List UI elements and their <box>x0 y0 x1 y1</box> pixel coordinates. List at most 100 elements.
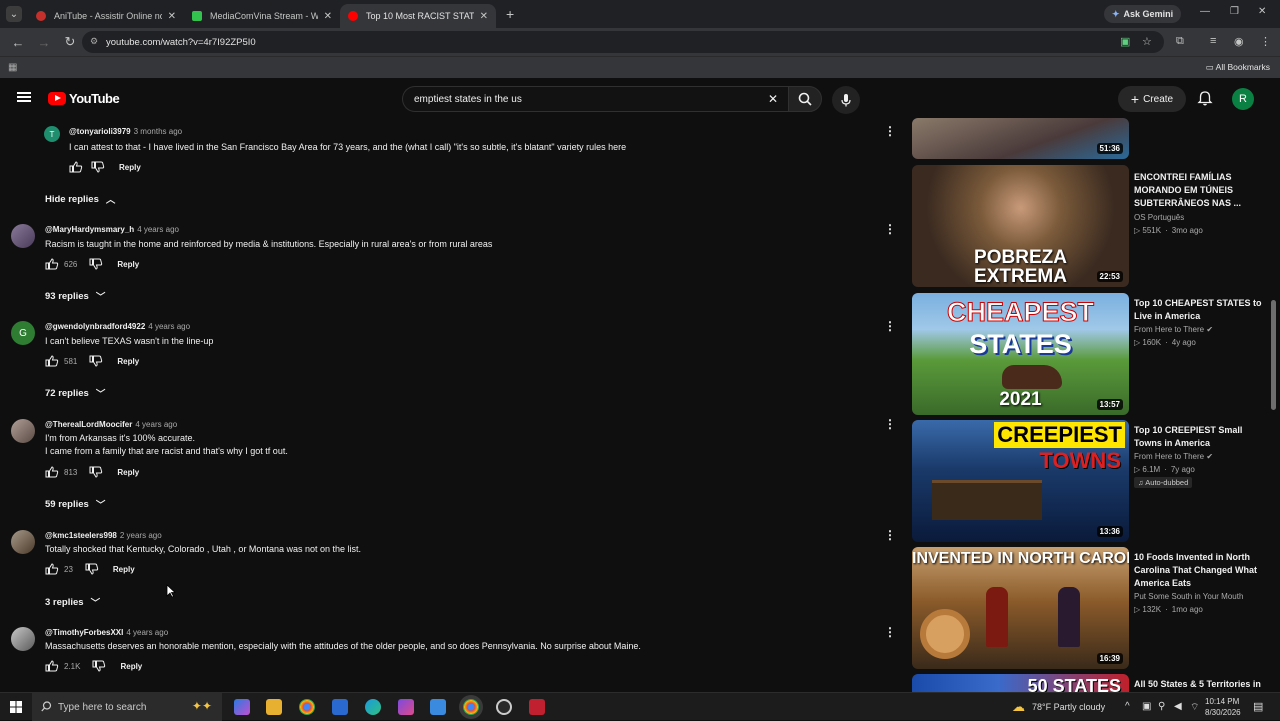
comment-more-icon[interactable]: ⋮ <box>884 222 896 236</box>
view-replies-button[interactable]: 72 replies ﹀ <box>45 386 105 401</box>
avatar[interactable] <box>11 530 35 554</box>
avatar[interactable]: T <box>44 126 60 142</box>
view-replies-button[interactable]: 59 replies ﹀ <box>45 497 105 512</box>
reload-icon[interactable]: ↻ <box>62 34 78 50</box>
apps-grid-icon[interactable]: ▦ <box>8 62 20 74</box>
create-button[interactable]: + Create <box>1118 86 1186 112</box>
like-icon[interactable] <box>45 355 59 367</box>
volume-icon[interactable]: ◀ <box>1174 701 1182 712</box>
view-replies-button[interactable]: 3 replies ﹀ <box>45 595 100 610</box>
app-icon[interactable] <box>529 699 545 715</box>
notifications-icon[interactable]: ▤ <box>1253 700 1263 713</box>
like-icon[interactable] <box>45 258 59 270</box>
close-tab-icon[interactable]: ✕ <box>324 11 332 22</box>
comment-more-icon[interactable]: ⋮ <box>884 625 896 639</box>
account-avatar[interactable]: R <box>1232 88 1254 110</box>
video-thumbnail[interactable]: CREEPIEST TOWNS 13:36 <box>912 420 1129 542</box>
app-icon[interactable] <box>398 699 414 715</box>
profile-icon[interactable]: ◉ <box>1234 35 1244 48</box>
file-explorer-icon[interactable] <box>266 699 282 715</box>
video-title[interactable]: 10 Foods Invented in North Carolina That… <box>1134 551 1264 590</box>
video-title[interactable]: Top 10 CHEAPEST STATES to Live in Americ… <box>1134 297 1264 323</box>
comment-time[interactable]: 3 months ago <box>134 127 182 136</box>
comment-author[interactable]: @TherealLordMoocifer <box>45 420 132 429</box>
video-thumbnail[interactable]: POBREZA EXTREMA 22:53 <box>912 165 1129 287</box>
forward-icon[interactable]: → <box>36 35 52 50</box>
microphone-tray-icon[interactable]: ⚲ <box>1158 701 1165 712</box>
translate-icon[interactable]: ▣ <box>1120 35 1130 48</box>
dislike-icon[interactable] <box>89 355 103 367</box>
comment-author[interactable]: @kmc1steelers998 <box>45 531 117 540</box>
comment-time[interactable]: 4 years ago <box>137 225 179 234</box>
voice-search-button[interactable] <box>832 86 860 114</box>
app-icon[interactable] <box>496 699 512 715</box>
comment-more-icon[interactable]: ⋮ <box>884 319 896 333</box>
video-thumbnail[interactable]: CHEAPEST STATES 2021 13:57 <box>912 293 1129 415</box>
like-icon[interactable] <box>69 161 83 173</box>
ask-gemini-button[interactable]: ✦ Ask Gemini <box>1104 5 1182 23</box>
close-window-icon[interactable]: ✕ <box>1258 6 1266 17</box>
clock-date[interactable]: 8/30/2026 <box>1205 708 1241 717</box>
tab-mediacomvina[interactable]: MediaComVina Stream - Watch... ✕ <box>184 4 340 28</box>
mail-icon[interactable] <box>332 699 348 715</box>
search-button[interactable] <box>788 86 822 112</box>
channel-name[interactable]: From Here to There ✔ <box>1134 325 1213 334</box>
new-tab-button[interactable]: + <box>506 6 514 22</box>
browser-menu-icon[interactable]: ⋮ <box>1260 35 1271 48</box>
video-title[interactable]: All 50 States & 5 Territories in the USA… <box>1134 678 1264 692</box>
comment-author[interactable]: @MaryHardymsmary_h <box>45 225 134 234</box>
restore-icon[interactable]: ❐ <box>1230 6 1239 17</box>
comment-time[interactable]: 4 years ago <box>135 420 177 429</box>
like-icon[interactable] <box>45 563 59 575</box>
dislike-icon[interactable] <box>85 563 99 575</box>
avatar[interactable] <box>11 627 35 651</box>
search-input[interactable]: emptiest states in the us <box>402 86 788 112</box>
avatar[interactable] <box>11 419 35 443</box>
dislike-icon[interactable] <box>92 660 106 672</box>
site-info-icon[interactable]: ⚙ <box>90 36 102 48</box>
network-icon[interactable]: ▣ <box>1142 701 1151 712</box>
comment-more-icon[interactable]: ⋮ <box>884 417 896 431</box>
avatar[interactable] <box>11 224 35 248</box>
like-icon[interactable] <box>45 466 59 478</box>
close-tab-icon[interactable]: ✕ <box>168 11 176 22</box>
notifications-bell-icon[interactable] <box>1197 90 1213 106</box>
comment-author[interactable]: @TimothyForbesXXI <box>45 628 123 637</box>
copilot-icon[interactable] <box>234 699 250 715</box>
comment-time[interactable]: 2 years ago <box>120 531 162 540</box>
dislike-icon[interactable] <box>89 258 103 270</box>
tab-anitube[interactable]: AniTube - Assistir Online no Ani... ✕ <box>28 4 184 28</box>
dislike-icon[interactable] <box>89 466 103 478</box>
close-tab-icon[interactable]: ✕ <box>480 11 488 22</box>
chrome-icon[interactable] <box>299 699 315 715</box>
comment-author[interactable]: @tonyarioli3979 <box>69 127 131 136</box>
channel-name[interactable]: Put Some South in Your Mouth <box>1134 592 1243 601</box>
extensions-icon[interactable]: ⧉ <box>1176 35 1184 48</box>
store-icon[interactable] <box>430 699 446 715</box>
address-bar[interactable]: ⚙ youtube.com/watch?v=4r7I92ZP5I0 <box>82 31 1164 53</box>
hide-replies-button[interactable]: Hide replies ︿ <box>45 192 115 207</box>
youtube-logo[interactable]: YouTube <box>48 91 120 106</box>
all-bookmarks-button[interactable]: ▭ All Bookmarks <box>1206 62 1270 73</box>
windows-start-icon[interactable] <box>10 701 22 713</box>
wifi-icon[interactable]: ⌔ <box>1190 701 1199 714</box>
video-thumbnail[interactable]: 51:36 <box>912 118 1129 159</box>
media-controls-icon[interactable]: ≡ <box>1210 35 1216 47</box>
dislike-icon[interactable] <box>91 161 105 173</box>
page-scrollbar-thumb[interactable] <box>1271 300 1276 410</box>
back-icon[interactable]: ← <box>10 35 26 50</box>
comment-author[interactable]: @gwendolynbradford4922 <box>45 322 145 331</box>
video-thumbnail[interactable]: INVENTED IN NORTH CAROLINA 16:39 <box>912 547 1129 669</box>
reply-button[interactable]: Reply <box>117 260 139 269</box>
video-title[interactable]: ENCONTREI FAMÍLIAS MORANDO EM TÚNEIS SUB… <box>1134 171 1264 210</box>
tray-chevron-icon[interactable]: ^ <box>1125 701 1130 712</box>
clear-search-icon[interactable]: ✕ <box>768 92 778 106</box>
tab-youtube-active[interactable]: Top 10 Most RACIST STATES in... ✕ <box>340 4 496 28</box>
avatar[interactable]: G <box>11 321 35 345</box>
comment-time[interactable]: 4 years ago <box>126 628 168 637</box>
bookmark-star-icon[interactable]: ☆ <box>1142 35 1152 48</box>
weather-label[interactable]: 78°F Partly cloudy <box>1032 702 1105 712</box>
edge-icon[interactable] <box>365 699 381 715</box>
clock-time[interactable]: 10:14 PM <box>1205 697 1239 706</box>
channel-name[interactable]: OS Português <box>1134 213 1184 222</box>
